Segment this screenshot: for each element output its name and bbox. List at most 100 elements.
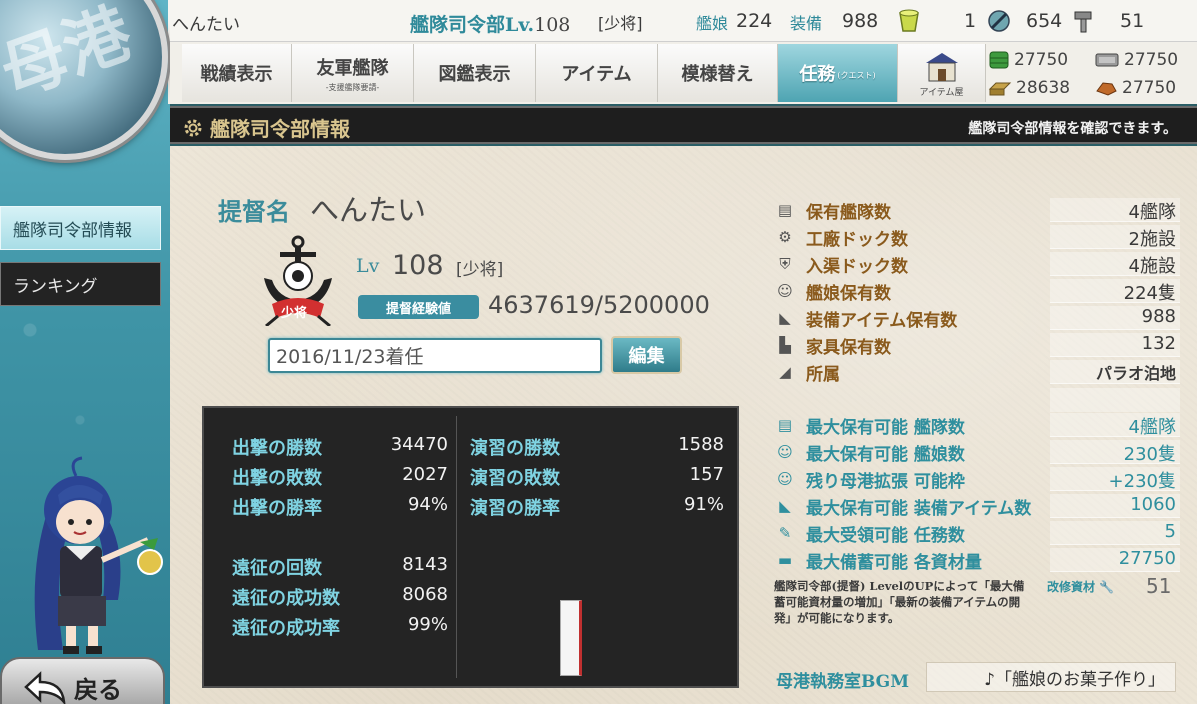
menu-battle-record-label: 戦績表示 xyxy=(200,64,273,85)
sidebar-item-hq-info[interactable]: 艦隊司令部情報 xyxy=(0,206,161,250)
info-row: ⚙ 工廠ドック数 2施設 xyxy=(774,224,1180,250)
admiral-name: へんたい xyxy=(310,193,427,227)
stat-value: 8068 xyxy=(402,584,448,605)
secretary-ship-chibi xyxy=(34,456,163,654)
stat-value: 8143 xyxy=(402,554,448,575)
info-label: 保有艦隊数 xyxy=(806,202,891,223)
battle-stats-panel: 出撃の勝数 34470 出撃の敗数 2027 出撃の勝率 94% 遠征の回数 8143 … xyxy=(202,406,739,688)
devmat-count: 654 xyxy=(1026,10,1063,32)
rank-badge-text: 少将 xyxy=(281,306,308,321)
rank-text: [少将] xyxy=(598,14,643,33)
fuel-icon xyxy=(989,51,1009,69)
item-shop-button[interactable]: アイテム屋 xyxy=(898,44,986,102)
equipment-icon: ◣ xyxy=(779,309,791,327)
equipment-icon: ◣ xyxy=(779,497,791,515)
stat-label: 遠征の回数 xyxy=(232,558,322,579)
back-button[interactable]: 戻る xyxy=(0,657,165,704)
stat-label: 出撃の勝数 xyxy=(232,438,322,459)
shipgirl-icon: ☺ xyxy=(777,282,793,300)
info-value: +230隻 xyxy=(1050,467,1180,492)
info-value: 27750 xyxy=(1050,548,1180,572)
info-label: 最大受領可能 任務数 xyxy=(806,525,965,546)
repair-icon: ⛨ xyxy=(779,255,791,273)
info-label: 所属 xyxy=(806,364,840,385)
menu-support-fleet-label: 友軍艦隊 xyxy=(316,57,389,79)
stat-value: 34470 xyxy=(390,434,448,455)
page-title: 艦隊司令部情報 xyxy=(182,113,350,142)
info-label: 最大保有可能 艦娘数 xyxy=(806,444,965,465)
info-row: ▤ 最大保有可能 艦隊数 4艦隊 xyxy=(774,412,1180,438)
shop-icon xyxy=(925,52,958,81)
hq-level-label: 艦隊司令部Lv.108 xyxy=(410,14,571,36)
admiral-name-label: 提督名 xyxy=(218,197,290,226)
steel-value: 28638 xyxy=(1016,78,1071,98)
fleet-icon: ▤ xyxy=(777,416,793,434)
info-value: 4艦隊 xyxy=(1050,413,1180,438)
exp-value: 4637619/5200000 xyxy=(488,291,710,319)
stat-value: 99% xyxy=(407,614,448,635)
stat-label: 演習の勝率 xyxy=(470,498,560,519)
bgm-label: 母港執務室BGM xyxy=(776,672,910,692)
info-label: 最大備蓄可能 各資材量 xyxy=(806,552,982,573)
back-arrow-icon xyxy=(24,671,66,704)
menu-support-fleet[interactable]: 友軍艦隊 -支援艦隊要請- xyxy=(292,44,414,102)
stat-label: 出撃の敗数 xyxy=(232,468,322,489)
ships-count: 224 xyxy=(736,10,773,32)
level-value: 108 xyxy=(392,250,444,281)
comment-input[interactable] xyxy=(268,338,602,373)
nameplate-icon xyxy=(560,600,582,676)
bgm-selector[interactable]: ♪「艦娘のお菓子作り」 xyxy=(926,662,1176,692)
equip-count: 988 xyxy=(842,10,879,32)
stat-label: 遠征の成功数 xyxy=(232,588,340,609)
sidebar-item-ranking[interactable]: ランキング xyxy=(0,262,161,306)
menu-quest-sub: (クエスト) xyxy=(837,70,876,80)
info-label: 残り母港拡張 可能枠 xyxy=(806,471,965,492)
stat-value: 1588 xyxy=(678,434,724,455)
bucket-count: 1 xyxy=(964,10,977,32)
gear-icon xyxy=(184,119,202,136)
info-row: ☺ 残り母港拡張 可能枠 +230隻 xyxy=(774,466,1180,492)
menu-furniture-label: 模様替え xyxy=(681,64,754,85)
menu-quest[interactable]: 任務 (クエスト) xyxy=(778,44,898,102)
page-title-text: 艦隊司令部情報 xyxy=(210,117,350,141)
info-label: 最大保有可能 艦隊数 xyxy=(806,417,965,438)
ships-label: 艦娘 xyxy=(696,14,729,33)
item-shop-label: アイテム屋 xyxy=(919,87,964,98)
level-label: Lv xyxy=(356,255,380,277)
menu-items[interactable]: アイテム xyxy=(536,44,658,102)
page-subtitle: 艦隊司令部情報を確認できます。 xyxy=(968,121,1177,137)
gear-icon: ⚙ xyxy=(778,228,792,246)
menu-quest-label: 任務 xyxy=(799,64,836,85)
port-emblem[interactable]: 母港 xyxy=(0,0,168,160)
menu-furniture[interactable]: 模様替え xyxy=(658,44,778,102)
menu-album-label: 図鑑表示 xyxy=(438,64,511,85)
shipgirl-icon: ☺ xyxy=(777,443,793,461)
steel-icon xyxy=(988,82,1012,96)
menu-support-fleet-sub: -支援艦隊要請- xyxy=(325,82,380,92)
edit-button[interactable]: 編集 xyxy=(611,336,682,374)
stat-value: 157 xyxy=(689,464,724,485)
info-value: 132 xyxy=(1050,333,1180,357)
info-row: ▙ 家具保有数 132 xyxy=(774,332,1180,358)
menu-album[interactable]: 図鑑表示 xyxy=(414,44,536,102)
info-label: 家具保有数 xyxy=(806,337,891,358)
stat-label: 遠征の成功率 xyxy=(232,618,340,639)
menu-battle-record[interactable]: 戦績表示 xyxy=(182,44,292,102)
back-label: 戻る xyxy=(74,674,122,704)
improvement-material-label-text: 改修資材 xyxy=(1047,580,1096,594)
title-bar: 艦隊司令部情報 艦隊司令部情報を確認できます。 xyxy=(170,106,1197,144)
empty-info-cell xyxy=(1050,388,1180,412)
info-value: 4施設 xyxy=(1050,252,1180,277)
info-label: 工廠ドック数 xyxy=(806,229,908,250)
menu-items-label: アイテム xyxy=(561,64,632,85)
info-row: ◣ 最大保有可能 装備アイテム数 1060 xyxy=(774,493,1180,519)
stat-label: 演習の敗数 xyxy=(470,468,560,489)
improvement-material-label: 改修資材 🔧 xyxy=(1047,578,1114,595)
info-value: 988 xyxy=(1050,306,1180,330)
bauxite-icon xyxy=(1096,82,1117,96)
sidebar: 母港 艦隊司令部情報 ランキング 戻る xyxy=(0,0,170,704)
info-row: ◢ 所属 パラオ泊地 xyxy=(774,359,1180,385)
rank-value: [少将] xyxy=(456,260,504,280)
info-value: 2施設 xyxy=(1050,225,1180,250)
info-row: ☺ 艦娘保有数 224隻 xyxy=(774,278,1180,304)
